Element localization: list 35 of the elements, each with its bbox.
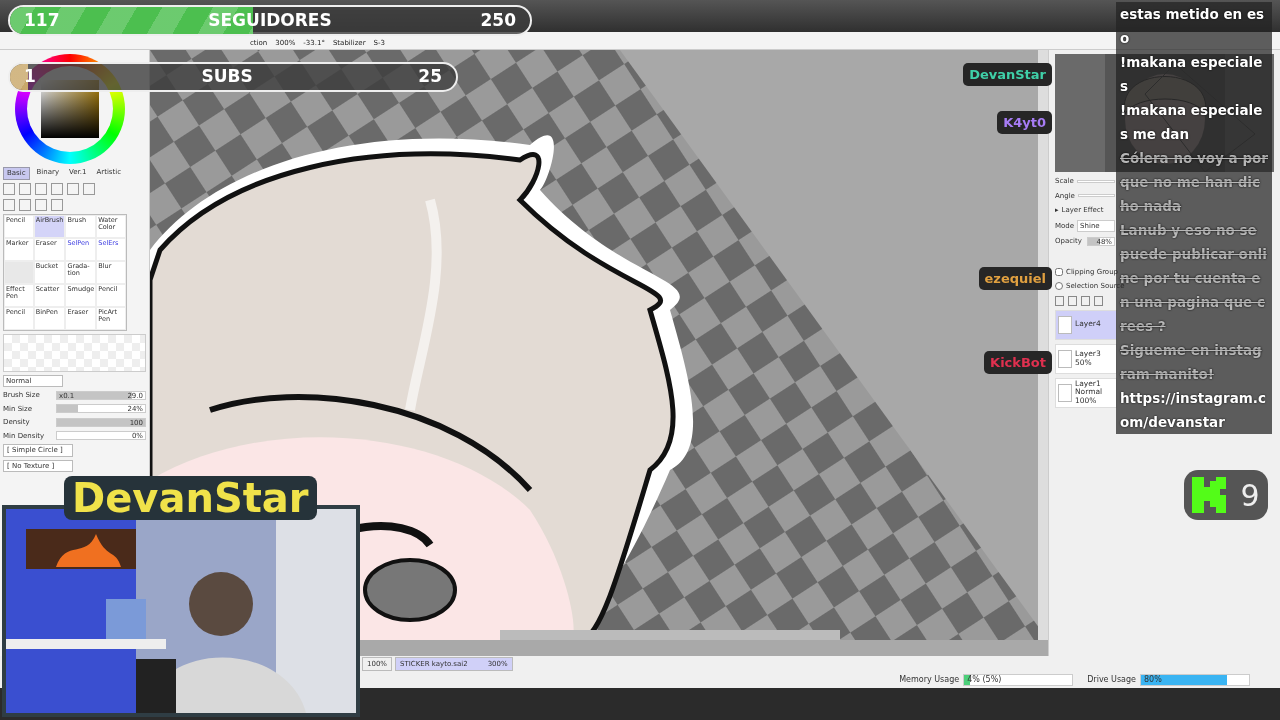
tool-icon[interactable] (83, 182, 95, 195)
tool-icon[interactable] (51, 182, 63, 195)
layer-tool-icon[interactable] (1068, 295, 1077, 306)
chat-message: !makana especiales (1116, 50, 1272, 98)
tool-icon[interactable] (67, 182, 79, 195)
meter-value: 80% (1144, 675, 1162, 685)
goal-target: 250 (479, 8, 517, 32)
tool-icon[interactable] (19, 182, 31, 195)
layer-thumbnail (1058, 383, 1072, 402)
slider-track[interactable] (1076, 179, 1115, 183)
goal-current: 117 (23, 8, 61, 32)
tool-icon[interactable] (3, 198, 15, 211)
chat-message: Cólera no voy a porque no me han dicho nada (1116, 146, 1272, 218)
status-label: Drive Usage (1087, 674, 1136, 686)
status-label: Memory Usage (899, 674, 960, 686)
layer-tool-icon[interactable] (1094, 295, 1103, 306)
k-logo-icon (1192, 477, 1227, 513)
badge-count: 9 (1240, 476, 1260, 515)
source-radio[interactable] (1055, 282, 1063, 291)
chat-message: https://instagram.com/devanstar (1116, 386, 1272, 434)
layer-tool-icon[interactable] (1055, 295, 1064, 306)
tool-icon[interactable] (35, 182, 47, 195)
tool-icon[interactable] (19, 198, 31, 211)
layer-thumbnail (1058, 315, 1072, 334)
chat-message: Sigueme en instagram manito! (1116, 338, 1272, 386)
layer-tool-icon[interactable] (1081, 295, 1090, 306)
tool-icon[interactable] (51, 198, 63, 211)
clipping-checkbox[interactable] (1055, 267, 1063, 276)
layer-thumbnail (1058, 349, 1072, 368)
tool-icon[interactable] (35, 198, 47, 211)
slider-track[interactable] (1077, 194, 1115, 198)
chat-message: !makana especiales me dan (1116, 98, 1272, 146)
tool-slot (4, 260, 34, 284)
chat-message: estas metido en eso (1116, 2, 1272, 50)
tool-icon[interactable] (3, 182, 15, 195)
